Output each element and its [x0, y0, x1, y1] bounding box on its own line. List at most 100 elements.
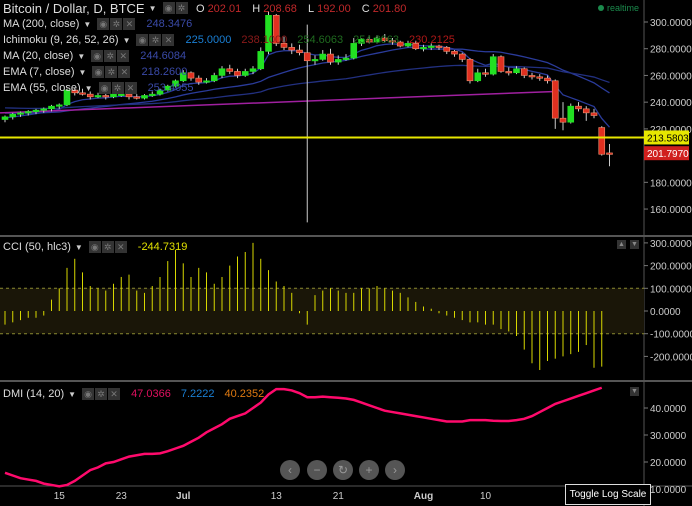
realtime-status: realtime [598, 3, 639, 13]
close-icon[interactable]: ✕ [162, 34, 175, 46]
candle-body [55, 104, 63, 107]
chevron-down-icon[interactable]: ▼ [83, 20, 91, 29]
cci-tick-label: 200.0000 [650, 262, 692, 273]
time-tick-label: 21 [333, 491, 345, 502]
indicator-value: 248.3476 [146, 18, 193, 30]
price-tick-label: 260.0000 [650, 71, 692, 82]
candle-body [474, 72, 482, 82]
close-icon[interactable]: ✕ [124, 82, 137, 94]
cci-tick-label: -200.0000 [650, 352, 692, 363]
time-tick-label: 23 [116, 491, 128, 502]
chevron-down-icon[interactable]: ▼ [149, 4, 157, 13]
candle-body [327, 53, 334, 63]
indicator-value: 238.1000 [241, 34, 288, 46]
eye-icon[interactable]: ◉ [92, 66, 105, 78]
pane-down-icon[interactable]: ▼ [630, 387, 639, 396]
low-value: 192.00 [317, 3, 351, 15]
pane-up-icon[interactable]: ▲ [617, 240, 626, 249]
scroll-right-button[interactable]: › [385, 460, 405, 480]
reset-button[interactable]: ↻ [333, 460, 353, 480]
open-value: 202.01 [207, 3, 242, 15]
indicator-legend[interactable]: MA (200, close) ▼ ◉ ✲ ✕ 248.3476 [3, 17, 192, 31]
candle-body [582, 108, 590, 114]
close-icon[interactable]: ✕ [114, 241, 127, 253]
toggle-log-scale-tooltip[interactable]: Toggle Log Scale [565, 484, 651, 505]
indicator-value: 244.6084 [140, 50, 187, 62]
status-dot-icon [598, 5, 604, 11]
candle-body [195, 77, 203, 83]
indicator-value: 225.0000 [185, 34, 232, 46]
indicator-name: MA (20, close) [3, 50, 74, 62]
eye-icon[interactable]: ◉ [97, 18, 110, 30]
candle-body [482, 72, 489, 75]
cci-legend[interactable]: CCI (50, hlc3) ▼ ◉ ✲ ✕ -244.7319 [3, 240, 187, 254]
chevron-down-icon[interactable]: ▼ [85, 84, 93, 93]
candle-body [102, 95, 110, 98]
candle-body [489, 56, 497, 75]
close-icon[interactable]: ✕ [123, 18, 136, 30]
eye-icon[interactable]: ◉ [91, 50, 104, 62]
close-icon[interactable]: ✕ [118, 66, 131, 78]
dmi-line [4, 386, 603, 488]
candle-body [133, 96, 141, 99]
price-tick-label: 300.0000 [650, 18, 692, 29]
chevron-down-icon[interactable]: ▼ [79, 68, 87, 77]
gear-icon[interactable]: ✲ [104, 50, 117, 62]
close-icon[interactable]: ✕ [117, 50, 130, 62]
scroll-left-button[interactable]: ‹ [280, 460, 300, 480]
candle-body [241, 71, 249, 76]
eye-icon[interactable]: ◉ [162, 2, 175, 14]
eye-icon[interactable]: ◉ [82, 388, 95, 400]
candle-body [40, 108, 48, 111]
low-label: L [307, 3, 315, 15]
candle-body [544, 77, 551, 82]
last-line-label: 213.5803 [647, 133, 689, 144]
gear-icon[interactable]: ✲ [110, 18, 123, 30]
indicator-legend[interactable]: Ichimoku (9, 26, 52, 26) ▼ ◉ ✲ ✕ 225.0000 238.… [3, 33, 455, 47]
candle-body [528, 75, 536, 78]
chevron-down-icon[interactable]: ▼ [75, 243, 83, 252]
candle-body [226, 68, 234, 72]
gear-icon[interactable]: ✲ [149, 34, 162, 46]
gear-icon[interactable]: ✲ [101, 241, 114, 253]
chevron-down-icon[interactable]: ▼ [77, 52, 85, 61]
gear-icon[interactable]: ✲ [175, 2, 188, 14]
candle-body [141, 95, 148, 99]
indicator-name: EMA (55, close) [3, 82, 81, 94]
time-tick-label: 15 [54, 491, 66, 502]
candle-body [249, 68, 257, 72]
indicator-legend[interactable]: EMA (55, close) ▼ ◉ ✲ ✕ 253.4055 [3, 81, 193, 95]
cci-name: CCI (50, hlc3) [3, 241, 71, 253]
close-value: 201.80 [372, 3, 407, 15]
ohlc-readout: O 202.01 H 208.68 L 192.00 C 201.80 [196, 3, 414, 15]
zoom-out-button[interactable]: − [307, 460, 327, 480]
cci-tick-label: -100.0000 [650, 330, 692, 341]
eye-icon[interactable]: ◉ [98, 82, 111, 94]
candle-body [559, 117, 567, 123]
price-tick-label: 180.0000 [650, 178, 692, 189]
candle-body [210, 75, 218, 82]
zoom-in-button[interactable]: + [359, 460, 379, 480]
symbol-legend[interactable]: Bitcoin / Dollar, D, BTCE ▼ ◉ ✲ [3, 0, 189, 16]
symbol-title: Bitcoin / Dollar, D, BTCE [3, 0, 145, 16]
pane-down-icon[interactable]: ▼ [630, 240, 639, 249]
eye-icon[interactable]: ◉ [136, 34, 149, 46]
candle-body [257, 51, 265, 70]
gear-icon[interactable]: ✲ [111, 82, 124, 94]
dmi-legend[interactable]: DMI (14, 20) ▼ ◉ ✲ ✕ 47.0366 7.2222 40.2352 [3, 387, 264, 401]
realtime-label: realtime [607, 3, 640, 13]
close-icon[interactable]: ✕ [108, 388, 121, 400]
price-tick-label: 240.0000 [650, 98, 692, 109]
candle-body [458, 53, 466, 60]
gear-icon[interactable]: ✲ [105, 66, 118, 78]
chevron-down-icon[interactable]: ▼ [68, 390, 76, 399]
candle-body [296, 49, 303, 54]
dmi-value-1: 47.0366 [131, 388, 171, 400]
indicator-legend[interactable]: EMA (7, close) ▼ ◉ ✲ ✕ 218.2600 [3, 65, 187, 79]
indicator-legend[interactable]: MA (20, close) ▼ ◉ ✲ ✕ 244.6084 [3, 49, 186, 63]
candle-body [590, 112, 598, 116]
eye-icon[interactable]: ◉ [88, 241, 101, 253]
gear-icon[interactable]: ✲ [95, 388, 108, 400]
chevron-down-icon[interactable]: ▼ [123, 36, 131, 45]
candle-body [598, 127, 606, 155]
